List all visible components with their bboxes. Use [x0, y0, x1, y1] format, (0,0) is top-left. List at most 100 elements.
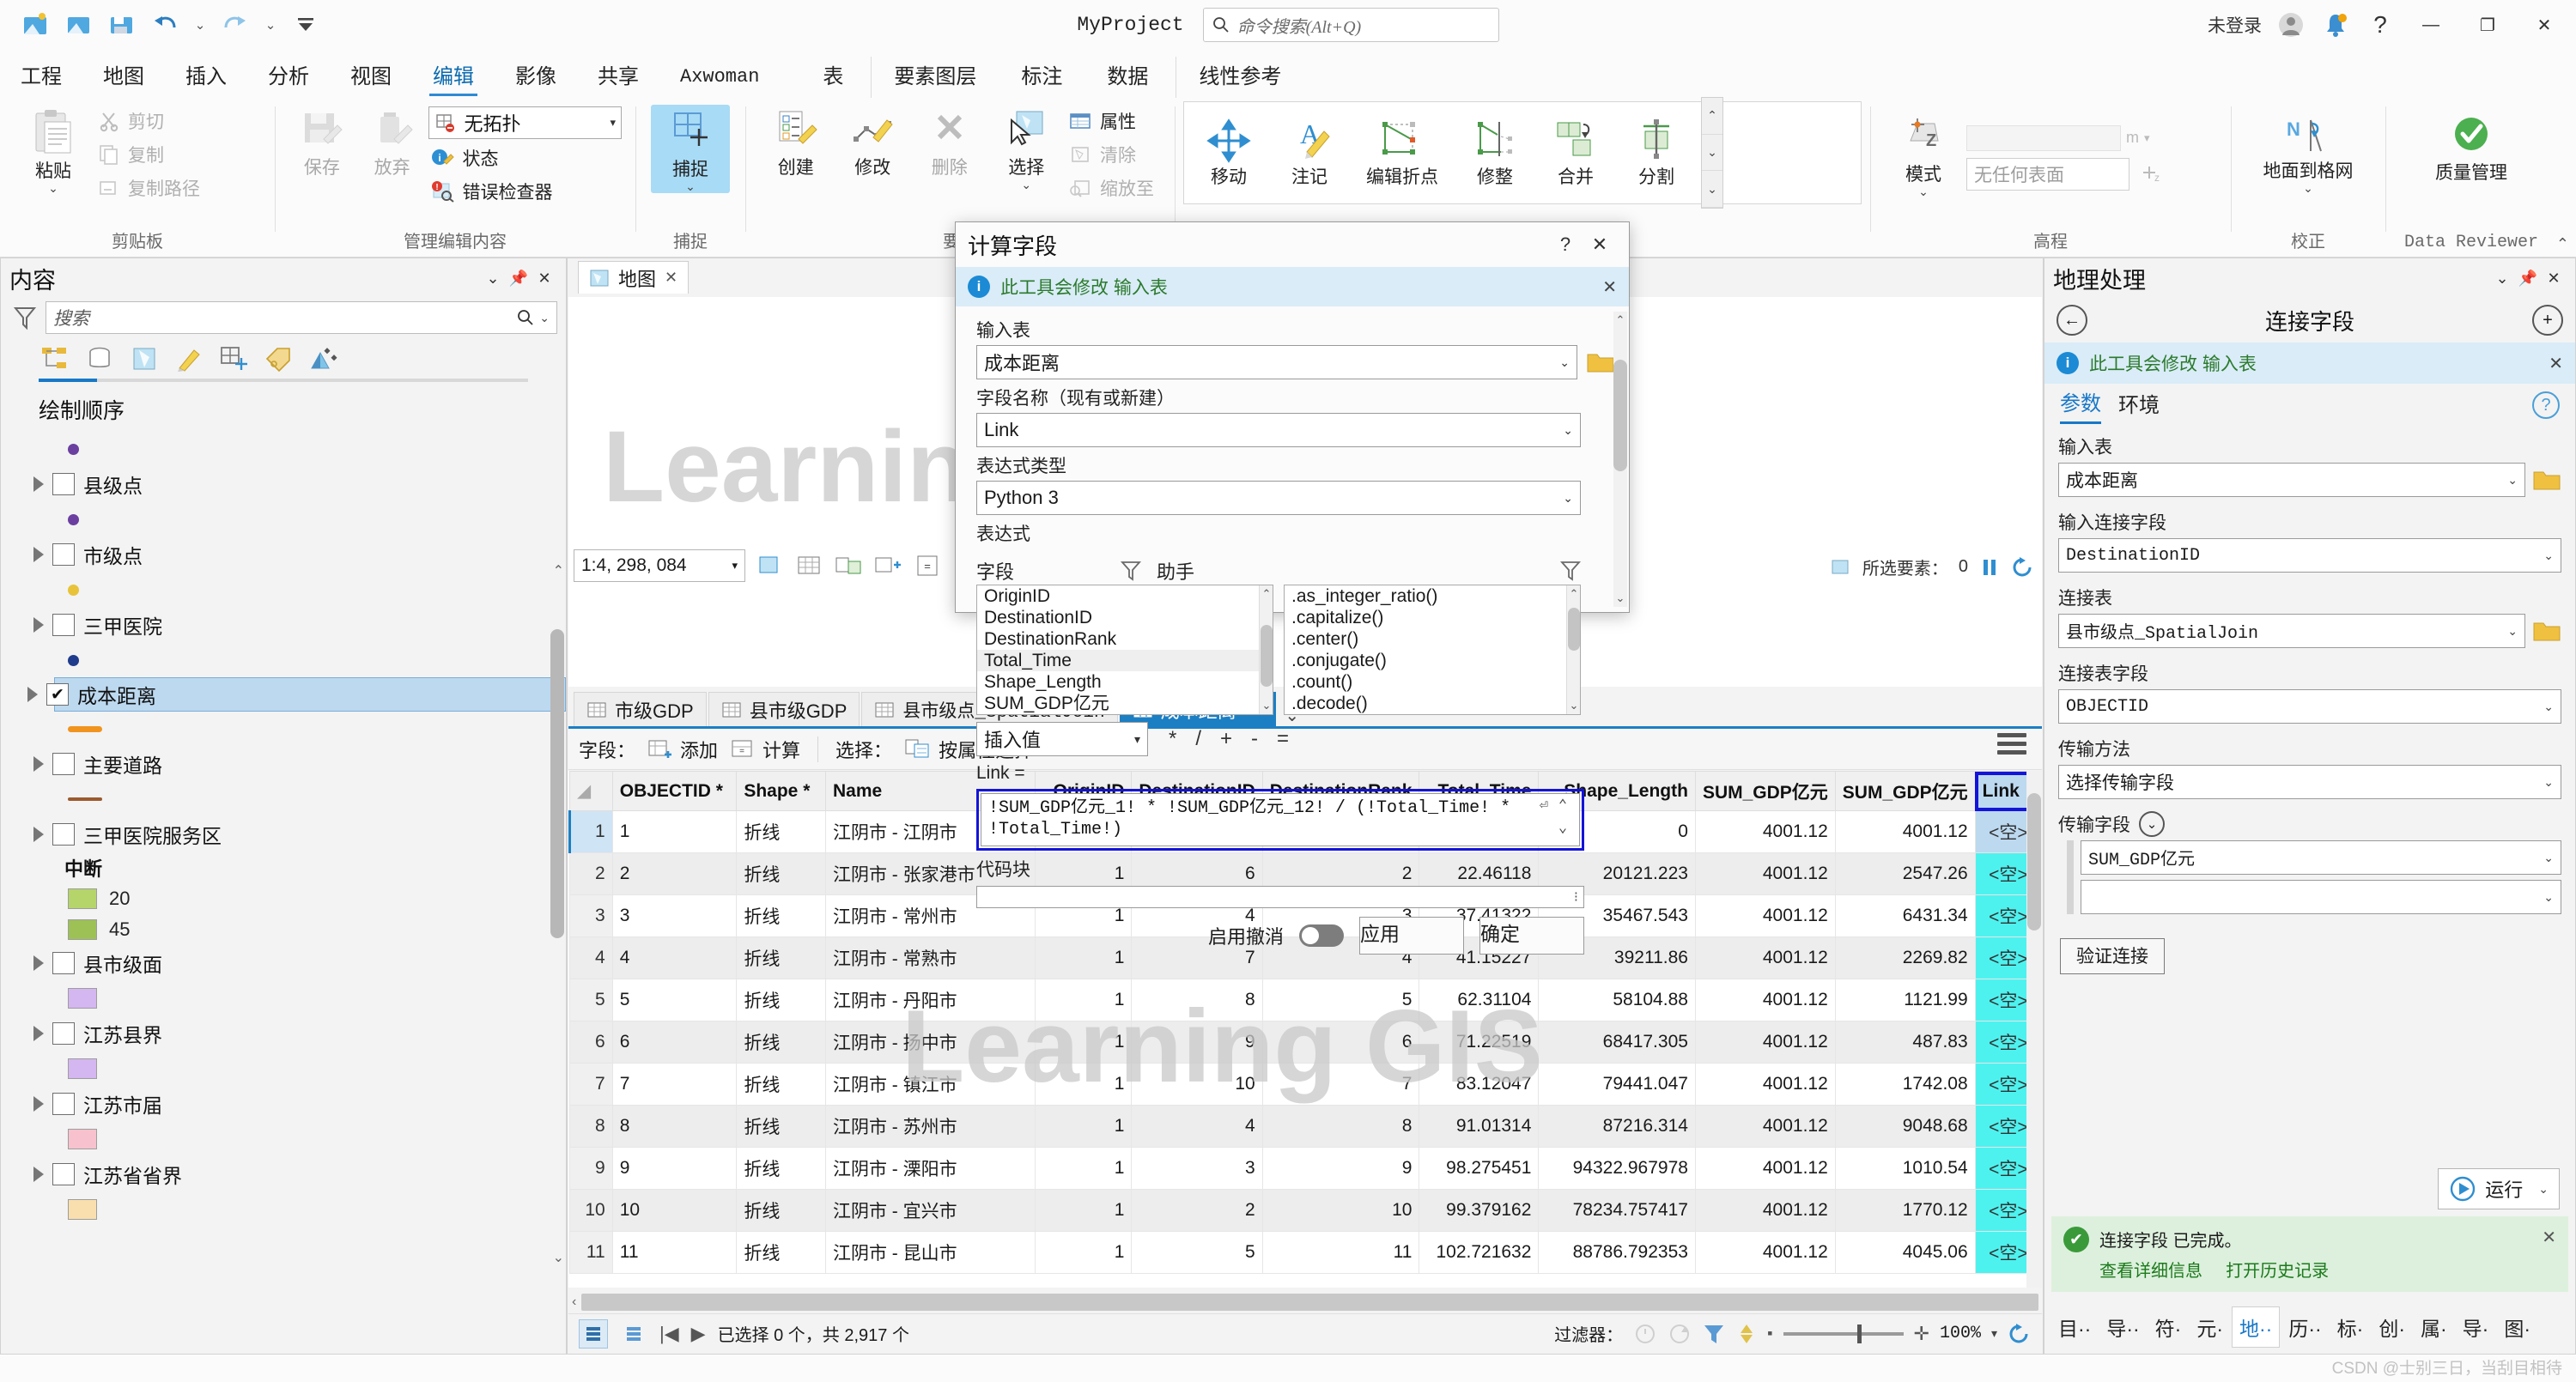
cell-originid[interactable]: 1 [1036, 1064, 1132, 1106]
refresh-table-icon[interactable] [2008, 1323, 2032, 1345]
map-scale-chevron-down-icon[interactable]: ▾ [732, 559, 738, 573]
gp-input-table-chevron-down-icon[interactable]: ⌄ [2507, 473, 2518, 488]
geoprocessing-info-close-icon[interactable]: ✕ [2549, 353, 2563, 374]
topology-combo[interactable]: 无拓扑 ▾ [428, 106, 622, 139]
elevation-mode-button[interactable]: Z 模式 ⌄ [1884, 112, 1963, 198]
contents-pin-icon[interactable]: 📌 [506, 270, 532, 288]
dock-tab-create[interactable]: 创· [2372, 1307, 2412, 1347]
gp-input-join-field-chevron-down-icon[interactable]: ⌄ [2543, 549, 2554, 563]
cell-sum-gdp-12[interactable]: 6431.34 [1835, 895, 1975, 937]
geoprocessing-menu-chevron-down-icon[interactable]: ⌄ [2489, 270, 2515, 288]
transfer-fields-handle[interactable] [2067, 840, 2074, 914]
list-item[interactable]: 县级点 [9, 466, 566, 502]
expression-textarea[interactable]: !SUM_GDP亿元_1! * !SUM_GDP亿元_12! / (!Total… [981, 793, 1580, 846]
sort-icon[interactable] [1736, 1322, 1757, 1346]
modify-features-button[interactable]: 修改 [836, 105, 910, 181]
cell-sum-gdp-12[interactable]: 2269.82 [1835, 937, 1975, 979]
dock-tab-export[interactable]: 导· [2456, 1307, 2496, 1347]
list-by-data-source-icon[interactable] [83, 342, 116, 375]
topology-chevron-down-icon[interactable]: ▾ [610, 116, 616, 130]
helper-item[interactable]: .count() [1285, 671, 1580, 693]
geoprocessing-pin-icon[interactable]: 📌 [2515, 270, 2541, 288]
cell-sum-gdp-1[interactable]: 4001.12 [1695, 853, 1835, 895]
cell-sum-gdp-12[interactable]: 1770.12 [1835, 1190, 1975, 1232]
gp-transfer-field-1-select[interactable]: SUM_GDP亿元 ⌄ [2081, 840, 2561, 875]
list-item[interactable]: 江苏市届 [9, 1086, 566, 1122]
fields-scroll-thumb[interactable] [1261, 625, 1273, 687]
calculate-field-close-icon[interactable]: ✕ [1583, 233, 1617, 256]
helpers-list-scrollbar[interactable]: ⌃ ⌄ [1566, 585, 1580, 714]
cell-total-time[interactable]: 98.275451 [1419, 1148, 1539, 1190]
cell-originid[interactable]: 1 [1036, 1190, 1132, 1232]
cell-originid[interactable]: 1 [1036, 1106, 1132, 1148]
gp-input-join-field-select[interactable]: DestinationID ⌄ [2058, 538, 2561, 573]
tab-map[interactable]: 地图 [82, 57, 165, 98]
field-name-select[interactable]: Link ⌄ [976, 413, 1581, 447]
table-row[interactable]: 9 9 折线 江阴市 - 溧阳市 1 3 9 98.275451 94322.9… [570, 1148, 2042, 1190]
cell-sum-gdp-1[interactable]: 4001.12 [1695, 937, 1835, 979]
expand-triangle-icon[interactable] [33, 1096, 44, 1112]
expand-triangle-icon[interactable] [33, 476, 44, 492]
save-project-icon[interactable] [105, 8, 139, 42]
helper-item[interactable]: .denominator() [1285, 714, 1580, 715]
input-table-chevron-down-icon[interactable]: ⌄ [1559, 355, 1570, 370]
open-history-link[interactable]: 打开历史记录 [2226, 1262, 2329, 1281]
zoom-out-icon[interactable]: ▪ [1767, 1324, 1772, 1343]
cell-destinationrank[interactable]: 6 [1262, 1021, 1419, 1064]
operator-multiply[interactable]: * [1169, 727, 1176, 751]
cell-sum-gdp-1[interactable]: 4001.12 [1695, 1148, 1835, 1190]
cell-destinationrank[interactable]: 7 [1262, 1064, 1419, 1106]
tab-data[interactable]: 数据 [1084, 57, 1170, 98]
layer-checkbox[interactable] [52, 543, 75, 566]
new-project-icon[interactable] [19, 8, 53, 42]
ground-to-grid-caret-icon[interactable]: ⌄ [2303, 185, 2313, 191]
expand-triangle-icon[interactable] [33, 955, 44, 971]
table-zoom-slider[interactable] [1783, 1332, 1904, 1336]
cell-sum-gdp-1[interactable]: 4001.12 [1695, 979, 1835, 1021]
helper-item[interactable]: .conjugate() [1285, 650, 1580, 671]
search-icon[interactable] [517, 309, 534, 326]
cell-name[interactable]: 江阴市 - 扬中市 [825, 1021, 1035, 1064]
cell-objectid[interactable]: 2 [612, 853, 737, 895]
cell-shape[interactable]: 折线 [737, 1232, 826, 1274]
calculate-field-button[interactable]: = 计算 [730, 736, 800, 763]
cell-total-time[interactable]: 99.379162 [1419, 1190, 1539, 1232]
cell-sum-gdp-12[interactable]: 1121.99 [1835, 979, 1975, 1021]
table-row[interactable]: 8 8 折线 江阴市 - 苏州市 1 4 8 91.01314 87216.31… [570, 1106, 2042, 1148]
geoprocessing-close-icon[interactable]: ✕ [2541, 270, 2567, 288]
cell-sum-gdp-1[interactable]: 4001.12 [1695, 1021, 1835, 1064]
gp-transfer-field-1-chevron-down-icon[interactable]: ⌄ [2543, 851, 2554, 865]
split-button[interactable]: 分割 [1617, 114, 1696, 191]
table-zoom-chevron-down-icon[interactable]: ▾ [1991, 1326, 1997, 1341]
tools-gallery-expand-icon[interactable]: ⌄ [1702, 171, 1722, 208]
dock-tab-catalog[interactable]: 目·· [2051, 1307, 2098, 1347]
cut-button[interactable]: 剪切 [96, 106, 207, 136]
select-by-rect-icon[interactable] [754, 550, 785, 581]
paste-caret-icon[interactable]: ⌄ [48, 185, 58, 191]
helper-item[interactable]: .as_integer_ratio() [1285, 585, 1580, 607]
undo-icon[interactable] [148, 8, 182, 42]
column-header-shape[interactable]: Shape * [737, 772, 826, 811]
cell-shape[interactable]: 折线 [737, 1021, 826, 1064]
table-tab-shiji-gdp[interactable]: 市级GDP [574, 692, 707, 726]
cell-sum-gdp-12[interactable]: 9048.68 [1835, 1106, 1975, 1148]
tab-analysis[interactable]: 分析 [247, 57, 330, 98]
cell-shape[interactable]: 折线 [737, 1190, 826, 1232]
list-item[interactable]: 主要道路 [9, 746, 566, 782]
dock-tab-labeling[interactable]: 标· [2330, 1307, 2371, 1347]
discard-edits-button[interactable]: 放弃 [359, 105, 426, 181]
tab-imagery[interactable]: 影像 [495, 57, 577, 98]
field-item-selected[interactable]: Total_Time [977, 650, 1273, 671]
hscroll-left-icon[interactable]: ‹ [572, 1294, 581, 1310]
layer-checkbox[interactable] [52, 753, 75, 775]
quality-management-button[interactable]: 质量管理 [2399, 112, 2543, 186]
operator-plus[interactable]: + [1220, 727, 1232, 751]
table-row[interactable]: 11 11 折线 江阴市 - 昆山市 1 5 11 102.721632 887… [570, 1232, 2042, 1274]
elevation-mode-caret-icon[interactable]: ⌄ [1918, 188, 1929, 195]
cell-shape-length[interactable]: 68417.305 [1539, 1021, 1696, 1064]
gp-join-table-select[interactable]: 县市级点_SpatialJoin ⌄ [2058, 614, 2525, 648]
cell-shape[interactable]: 折线 [737, 1148, 826, 1190]
dock-tab-symbology[interactable]: 符· [2148, 1307, 2189, 1347]
field-item[interactable]: SUM_GDP亿元 [977, 714, 1273, 715]
elevation-unit-chevron-down-icon[interactable]: ▾ [2144, 131, 2150, 145]
